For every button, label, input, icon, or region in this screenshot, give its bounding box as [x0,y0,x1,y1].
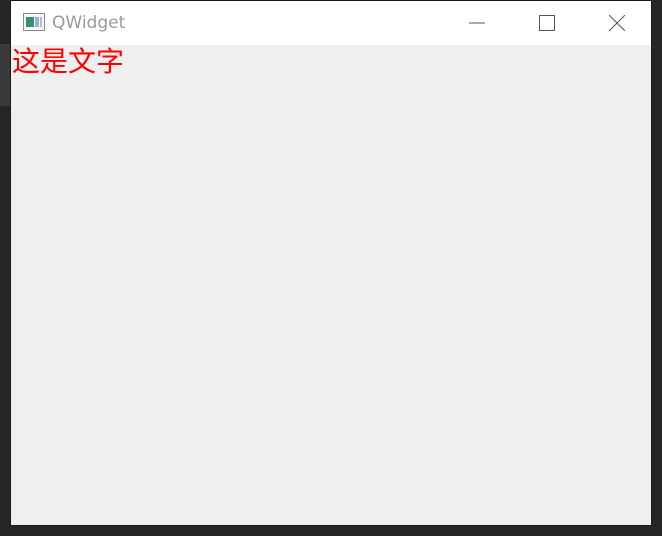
desktop-background: QWidget 这是文字 [0,0,662,536]
app-window: QWidget 这是文字 [10,0,652,526]
maximize-button[interactable] [524,1,570,45]
content-label: 这是文字 [12,45,125,78]
window-title: QWidget [52,13,126,33]
close-button[interactable] [594,1,640,45]
minimize-icon [469,22,485,24]
window-titlebar[interactable]: QWidget [11,1,651,45]
app-window-icon [23,13,45,31]
maximize-icon [539,15,555,31]
minimize-button[interactable] [454,1,500,45]
close-icon [609,15,625,31]
